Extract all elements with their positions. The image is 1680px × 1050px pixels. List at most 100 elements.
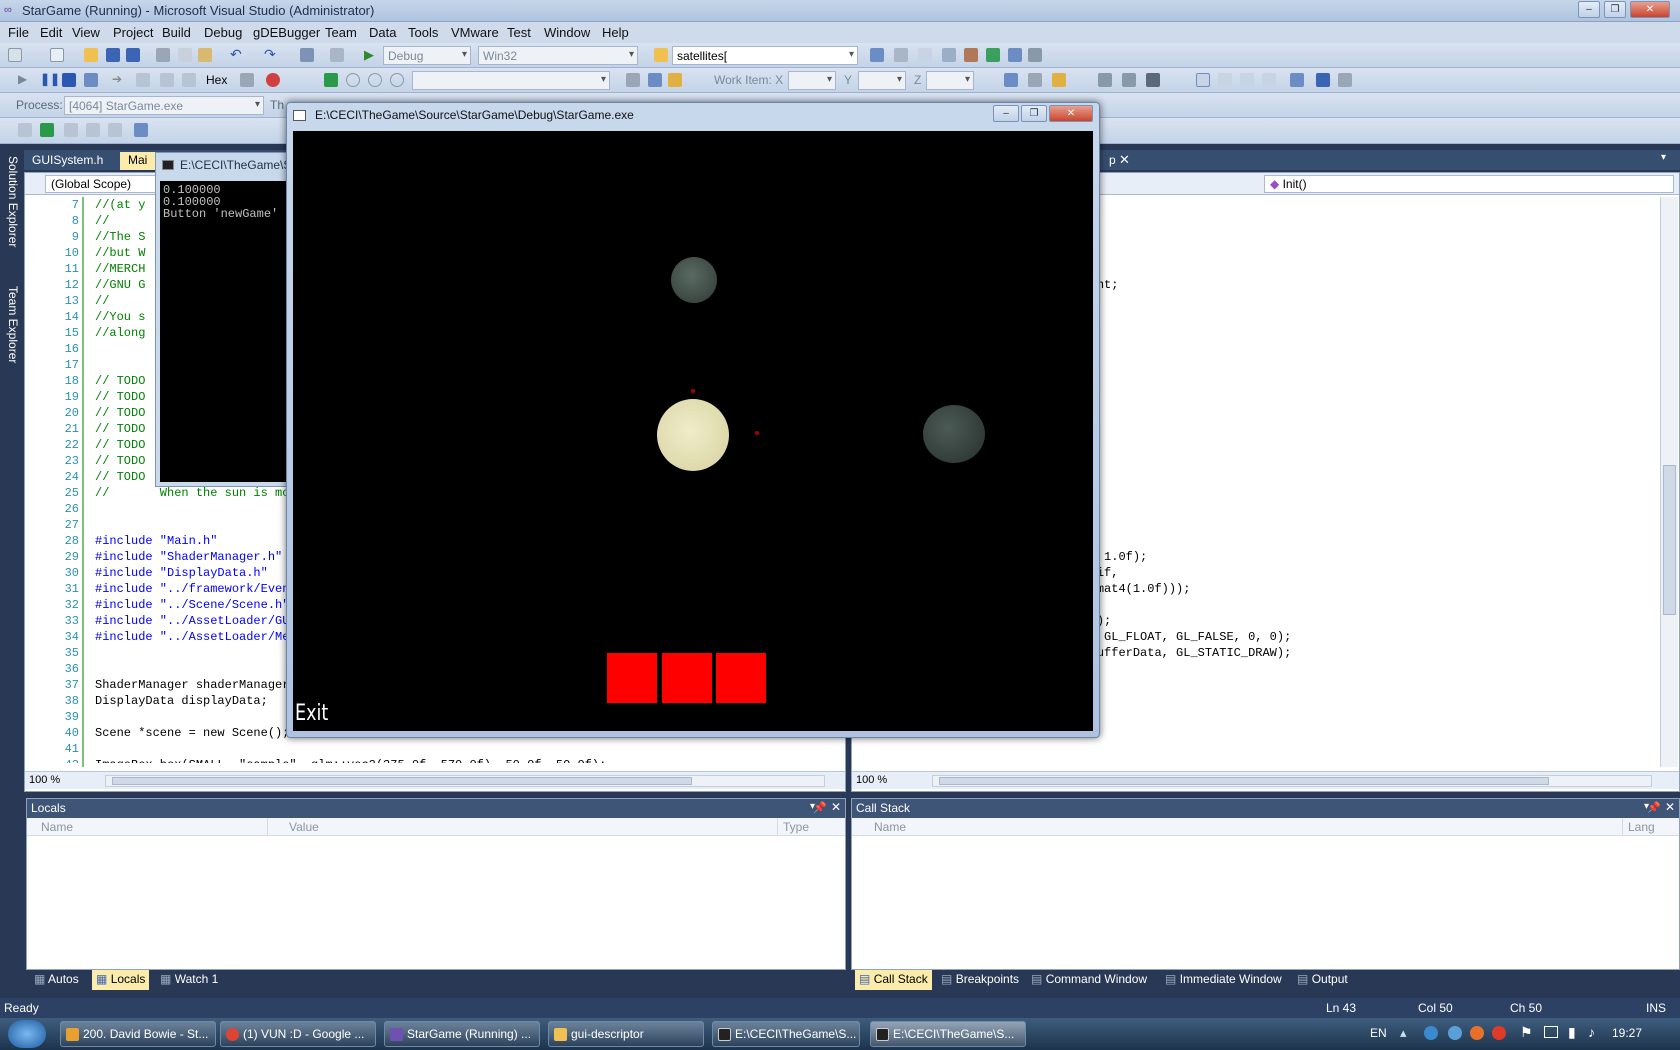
tray-power-icon[interactable]: ▮ bbox=[1568, 1024, 1576, 1041]
extension-manager-icon[interactable] bbox=[986, 48, 1000, 62]
tab-breakpoints[interactable]: ▤ Breakpoints bbox=[937, 970, 1023, 990]
bookmark-icon[interactable] bbox=[1052, 73, 1066, 87]
language-indicator[interactable]: EN bbox=[1370, 1026, 1387, 1040]
solution-explorer-tab[interactable]: Solution Explorer bbox=[2, 156, 20, 247]
tray-avast-icon[interactable] bbox=[1470, 1026, 1484, 1040]
red-button-2[interactable] bbox=[662, 653, 712, 703]
locals-close-icon[interactable]: ✕ bbox=[831, 800, 841, 814]
window-icon[interactable] bbox=[1196, 73, 1210, 87]
tray-volume-icon[interactable]: ♪ bbox=[1588, 1024, 1595, 1040]
open-folder-icon[interactable] bbox=[84, 48, 98, 62]
tab-main[interactable]: Mai bbox=[120, 152, 156, 170]
copy-icon[interactable] bbox=[178, 48, 192, 62]
callstack-col-name[interactable]: Name bbox=[874, 820, 906, 834]
gl-view-icon[interactable] bbox=[626, 73, 640, 87]
tab-autos[interactable]: ▦ Autos bbox=[30, 970, 83, 990]
paste-icon[interactable] bbox=[198, 48, 212, 62]
tab-output[interactable]: ▤ Output bbox=[1293, 970, 1352, 990]
sun[interactable] bbox=[657, 399, 729, 471]
gl-textures-icon[interactable] bbox=[648, 73, 662, 87]
tool-c-icon[interactable] bbox=[64, 123, 78, 137]
task-chrome[interactable]: (1) VUN :D - Google ... bbox=[220, 1021, 376, 1047]
decrease-indent-icon[interactable] bbox=[1098, 73, 1112, 87]
tools-icon[interactable] bbox=[964, 48, 978, 62]
bookmark-next-icon[interactable] bbox=[1240, 73, 1254, 87]
menu-team[interactable]: Team bbox=[325, 25, 357, 40]
task-console-1[interactable]: E:\CECI\TheGame\S... bbox=[712, 1021, 860, 1047]
maximize-button[interactable]: ❐ bbox=[1604, 1, 1626, 18]
planet-top[interactable] bbox=[671, 257, 717, 303]
task-winamp[interactable]: 200. David Bowie - St... bbox=[60, 1021, 216, 1047]
uncomment-icon[interactable] bbox=[1028, 73, 1042, 87]
locals-col-value[interactable]: Value bbox=[289, 820, 319, 834]
close-tab-icon[interactable]: ✕ bbox=[1119, 152, 1130, 168]
tool-f-icon[interactable] bbox=[134, 123, 148, 137]
undo-icon[interactable]: ↶ bbox=[230, 47, 244, 62]
menu-file[interactable]: File bbox=[8, 25, 29, 40]
team-explorer-tab[interactable]: Team Explorer bbox=[2, 286, 20, 363]
solution-explorer-icon[interactable] bbox=[870, 48, 884, 62]
planet-right[interactable] bbox=[923, 405, 985, 463]
clock[interactable]: 19:27 bbox=[1612, 1026, 1642, 1040]
right-zoom-combo[interactable]: 100 % bbox=[856, 774, 887, 786]
show-next-statement-icon[interactable]: ➔ bbox=[112, 73, 126, 87]
tab-call-stack[interactable]: ▤ Call Stack bbox=[855, 970, 932, 990]
tab-command-window[interactable]: ▤ Command Window bbox=[1027, 970, 1151, 990]
game-close-button[interactable]: ✕ bbox=[1049, 105, 1093, 122]
menu-debug[interactable]: Debug bbox=[204, 25, 242, 40]
right-hscrollbar[interactable] bbox=[932, 775, 1652, 787]
bookmark-clear-icon[interactable] bbox=[1262, 73, 1276, 87]
restart-icon[interactable] bbox=[84, 73, 98, 87]
solution-platform-combo[interactable]: Win32 bbox=[478, 46, 638, 65]
menu-view[interactable]: View bbox=[72, 25, 100, 40]
command-window-icon[interactable] bbox=[1028, 48, 1042, 62]
tab-dropdown-icon[interactable]: ▾ bbox=[1661, 152, 1666, 163]
left-zoom-combo[interactable]: 100 % bbox=[29, 774, 60, 786]
tray-network-icon[interactable] bbox=[1424, 1026, 1438, 1040]
callstack-close-icon[interactable]: ✕ bbox=[1665, 800, 1675, 814]
tray-expand-icon[interactable]: ▴ bbox=[1400, 1025, 1407, 1041]
game-maximize-button[interactable]: ❐ bbox=[1021, 105, 1047, 122]
toolbox-icon[interactable] bbox=[942, 48, 956, 62]
task-gui-descriptor[interactable]: gui-descriptor bbox=[548, 1021, 704, 1047]
tool-d-icon[interactable] bbox=[86, 123, 100, 137]
red-button-3[interactable] bbox=[716, 653, 766, 703]
find-icon[interactable] bbox=[1338, 73, 1352, 87]
tab-guisystem-h[interactable]: GUISystem.h bbox=[24, 152, 111, 170]
locals-pin-icon[interactable]: 📌 bbox=[813, 801, 827, 814]
close-button[interactable]: ✕ bbox=[1630, 1, 1670, 18]
properties-icon[interactable] bbox=[894, 48, 908, 62]
x-combo[interactable] bbox=[788, 71, 836, 90]
menu-data[interactable]: Data bbox=[369, 25, 396, 40]
break-all-icon[interactable]: ❚❚ bbox=[40, 73, 60, 87]
tab-immediate-window[interactable]: ▤ Immediate Window bbox=[1161, 970, 1286, 990]
menu-test[interactable]: Test bbox=[507, 25, 531, 40]
solution-configuration-combo[interactable]: Debug bbox=[383, 46, 471, 65]
left-hscrollbar[interactable] bbox=[105, 775, 825, 787]
hex-toggle[interactable]: Hex bbox=[206, 73, 227, 87]
left-hscroll-thumb[interactable] bbox=[112, 777, 692, 785]
step-out-icon[interactable] bbox=[182, 73, 196, 87]
breakpoint-icon[interactable] bbox=[266, 73, 280, 87]
start-button[interactable] bbox=[8, 1020, 46, 1048]
cut-icon[interactable] bbox=[156, 48, 170, 62]
step-over-icon[interactable] bbox=[160, 73, 174, 87]
right-hscroll-thumb[interactable] bbox=[939, 777, 1549, 785]
exit-button[interactable]: Exit bbox=[295, 701, 328, 726]
menu-help[interactable]: Help bbox=[602, 25, 629, 40]
menu-build[interactable]: Build bbox=[162, 25, 191, 40]
tray-antivirus-icon[interactable] bbox=[1492, 1026, 1506, 1040]
tray-flag-icon[interactable]: ⚑ bbox=[1520, 1024, 1533, 1041]
game-minimize-button[interactable]: – bbox=[993, 105, 1019, 122]
task-visual-studio[interactable]: StarGame (Running) ... bbox=[384, 1021, 540, 1047]
gdebugger-context-combo[interactable] bbox=[412, 71, 610, 90]
bookmark-prev-icon[interactable] bbox=[1218, 73, 1232, 87]
menu-window[interactable]: Window bbox=[544, 25, 590, 40]
locals-col-name[interactable]: Name bbox=[41, 820, 73, 834]
stop-debugging-icon[interactable] bbox=[62, 73, 76, 87]
code-line[interactable]: 42 ImageBox box(SMALL, "sample", glm::vec… bbox=[25, 757, 827, 763]
red-button-1[interactable] bbox=[607, 653, 657, 703]
y-combo[interactable] bbox=[858, 71, 906, 90]
callstack-pin-icon[interactable]: 📌 bbox=[1647, 801, 1661, 814]
gdebugger-stop-icon[interactable] bbox=[390, 73, 404, 87]
